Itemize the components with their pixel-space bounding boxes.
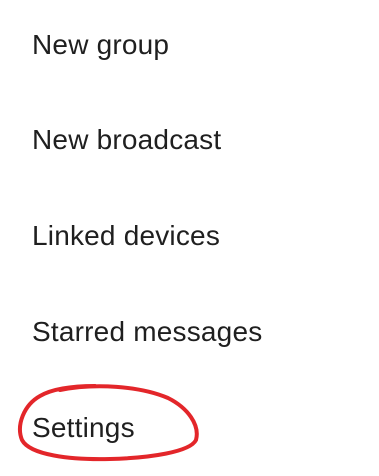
menu-item-new-group[interactable]: New group bbox=[0, 0, 379, 93]
menu-item-label: Settings bbox=[32, 412, 135, 443]
menu-item-label: Linked devices bbox=[32, 220, 221, 251]
menu-item-starred-messages[interactable]: Starred messages bbox=[0, 284, 379, 380]
menu-item-new-broadcast[interactable]: New broadcast bbox=[0, 92, 379, 188]
menu-item-label: New broadcast bbox=[32, 124, 222, 155]
menu-item-label: Starred messages bbox=[32, 316, 263, 347]
menu-item-linked-devices[interactable]: Linked devices bbox=[0, 188, 379, 284]
menu-item-label: New group bbox=[32, 29, 170, 60]
overflow-menu: New group New broadcast Linked devices S… bbox=[0, 0, 379, 463]
menu-item-settings[interactable]: Settings bbox=[0, 380, 379, 476]
